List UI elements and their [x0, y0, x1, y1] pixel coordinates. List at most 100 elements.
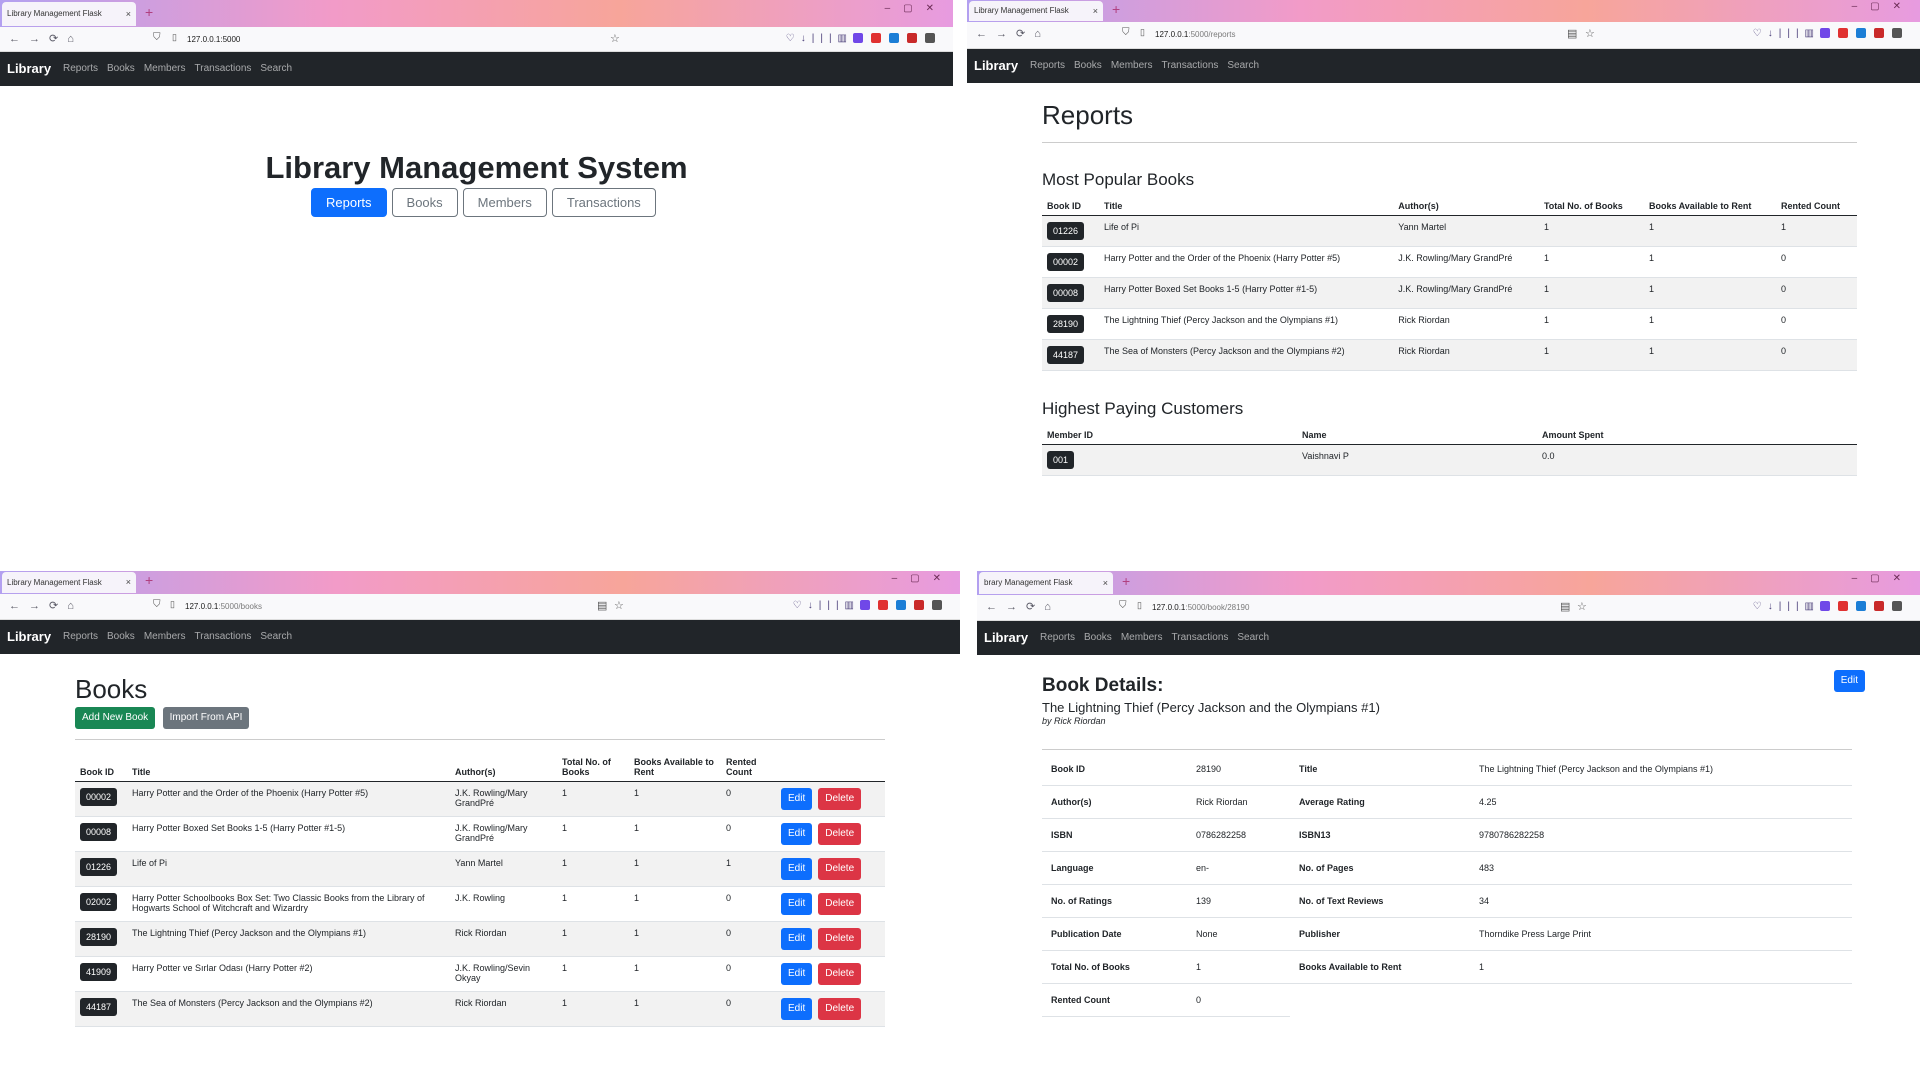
browser-tab[interactable]: Library Management Flask × — [2, 572, 136, 593]
nav-search[interactable]: Search — [1227, 60, 1259, 71]
window-controls[interactable]: –▢✕ — [1852, 573, 1914, 584]
nav-buttons-icon[interactable]: ←→⟳⌂ — [9, 32, 83, 45]
delete-button[interactable]: Delete — [818, 858, 862, 880]
reports-button[interactable]: Reports — [311, 188, 387, 217]
edit-button[interactable]: Edit — [781, 788, 813, 810]
delete-button[interactable]: Delete — [818, 823, 862, 845]
nav-buttons-icon[interactable]: ←→⟳⌂ — [986, 600, 1060, 613]
nav-search[interactable]: Search — [260, 63, 292, 74]
delete-button[interactable]: Delete — [818, 963, 862, 985]
url-input[interactable]: 127.0.0.1:5000/reports — [1155, 27, 1236, 42]
nav-members[interactable]: Members — [144, 631, 186, 642]
reader-view-icon[interactable]: ▤ — [597, 599, 607, 612]
new-tab-icon[interactable]: + — [1122, 573, 1130, 589]
delete-button[interactable]: Delete — [818, 998, 862, 1020]
close-tab-icon[interactable]: × — [126, 572, 131, 593]
window-controls[interactable]: –▢✕ — [885, 3, 947, 14]
bookmark-star-icon[interactable]: ☆ — [1585, 27, 1595, 40]
new-tab-icon[interactable]: + — [145, 572, 153, 588]
navbar-brand[interactable]: Library — [974, 58, 1018, 73]
edit-button[interactable]: Edit — [781, 998, 813, 1020]
nav-buttons-icon[interactable]: ←→⟳⌂ — [976, 27, 1050, 40]
nav-reports[interactable]: Reports — [63, 631, 98, 642]
nav-books[interactable]: Books — [1084, 632, 1112, 643]
nav-reports[interactable]: Reports — [1030, 60, 1065, 71]
nav-transactions[interactable]: Transactions — [195, 63, 252, 74]
table-row: 001 Vaishnavi P 0.0 — [1042, 444, 1857, 476]
nav-reports[interactable]: Reports — [1040, 632, 1075, 643]
new-tab-icon[interactable]: + — [1112, 1, 1120, 17]
close-tab-icon[interactable]: × — [1103, 572, 1108, 594]
browser-tab[interactable]: brary Management Flask × — [979, 572, 1113, 594]
window-controls[interactable]: –▢✕ — [1852, 1, 1914, 12]
nav-search[interactable]: Search — [1237, 632, 1269, 643]
detail-value — [1470, 984, 1852, 1017]
extensions-icon[interactable]: ♡↓|||▥ — [786, 33, 943, 44]
browser-tab[interactable]: Library Management Flask × — [2, 2, 136, 26]
url-input[interactable]: 127.0.0.1:5000/book/28190 — [1152, 600, 1249, 615]
delete-button[interactable]: Delete — [818, 893, 862, 915]
bookmark-star-icon[interactable]: ☆ — [1577, 600, 1587, 613]
extensions-icon[interactable]: ♡↓|||▥ — [793, 600, 950, 611]
nav-members[interactable]: Members — [1111, 60, 1153, 71]
url-input[interactable]: 127.0.0.1:5000/books — [185, 599, 262, 614]
navbar-brand[interactable]: Library — [7, 629, 51, 644]
delete-button[interactable]: Delete — [818, 788, 862, 810]
table-cell: J.K. Rowling — [450, 886, 557, 922]
browser-tab[interactable]: Library Management Flask × — [969, 1, 1103, 21]
nav-members[interactable]: Members — [144, 63, 186, 74]
column-header: Total No. of Books — [1538, 197, 1644, 216]
close-tab-icon[interactable]: × — [1093, 1, 1098, 21]
page-icon: ▯ — [1140, 27, 1145, 37]
navbar-brand[interactable]: Library — [7, 61, 51, 76]
nav-members[interactable]: Members — [1121, 632, 1163, 643]
import-api-button[interactable]: Import From API — [162, 707, 250, 729]
table-cell: 1 — [1643, 277, 1776, 309]
transactions-button[interactable]: Transactions — [551, 188, 656, 217]
edit-button[interactable]: Edit — [781, 893, 813, 915]
shield-icon[interactable]: ⛉ — [153, 32, 161, 43]
nav-buttons-icon[interactable]: ←→⟳⌂ — [9, 599, 83, 612]
nav-books[interactable]: Books — [107, 631, 135, 642]
shield-icon[interactable]: ⛉ — [153, 599, 161, 610]
table-cell: 1 — [629, 956, 721, 992]
close-tab-icon[interactable]: × — [126, 2, 131, 26]
table-cell: The Lightning Thief (Percy Jackson and t… — [127, 921, 450, 957]
url-bar: ←→⟳⌂ ⛉ ▯ 127.0.0.1:5000 ☆ ♡↓|||▥ — [0, 27, 953, 52]
edit-button[interactable]: Edit — [781, 963, 813, 985]
add-book-button[interactable]: Add New Book — [75, 707, 156, 729]
nav-books[interactable]: Books — [107, 63, 135, 74]
bookmark-star-icon[interactable]: ☆ — [614, 599, 624, 612]
books-button[interactable]: Books — [391, 188, 458, 217]
navbar-brand[interactable]: Library — [984, 630, 1028, 645]
table-cell: 1 — [629, 851, 721, 887]
nav-transactions[interactable]: Transactions — [195, 631, 252, 642]
nav-transactions[interactable]: Transactions — [1172, 632, 1229, 643]
nav-transactions[interactable]: Transactions — [1162, 60, 1219, 71]
edit-button[interactable]: Edit — [781, 823, 813, 845]
table-cell: Harry Potter Schoolbooks Box Set: Two Cl… — [127, 886, 450, 922]
shield-icon[interactable]: ⛉ — [1122, 27, 1130, 38]
table-cell: 1 — [1538, 215, 1644, 247]
new-tab-icon[interactable]: + — [145, 4, 153, 20]
bookmark-star-icon[interactable]: ☆ — [610, 32, 620, 45]
members-button[interactable]: Members — [462, 188, 547, 217]
nav-reports[interactable]: Reports — [63, 63, 98, 74]
edit-button[interactable]: Edit — [781, 928, 813, 950]
extensions-icon[interactable]: ♡↓|||▥ — [1753, 28, 1910, 39]
shield-icon[interactable]: ⛉ — [1119, 600, 1127, 611]
nav-books[interactable]: Books — [1074, 60, 1102, 71]
books-table: Book ID Title Author(s) Total No. of Books B… — [75, 753, 885, 1027]
edit-button[interactable]: Edit — [1833, 670, 1865, 692]
actions-cell: Edit Delete — [776, 956, 885, 992]
edit-button[interactable]: Edit — [781, 858, 813, 880]
detail-value: 0 — [1187, 983, 1290, 1017]
nav-search[interactable]: Search — [260, 631, 292, 642]
delete-button[interactable]: Delete — [818, 928, 862, 950]
url-input[interactable]: 127.0.0.1:5000 — [187, 32, 240, 47]
reader-view-icon[interactable]: ▤ — [1560, 600, 1570, 613]
extensions-icon[interactable]: ♡↓|||▥ — [1753, 601, 1910, 612]
window-controls[interactable]: –▢✕ — [892, 573, 954, 584]
table-row: 00008 Harry Potter Boxed Set Books 1-5 (H… — [1042, 277, 1857, 309]
reader-view-icon[interactable]: ▤ — [1567, 27, 1577, 40]
